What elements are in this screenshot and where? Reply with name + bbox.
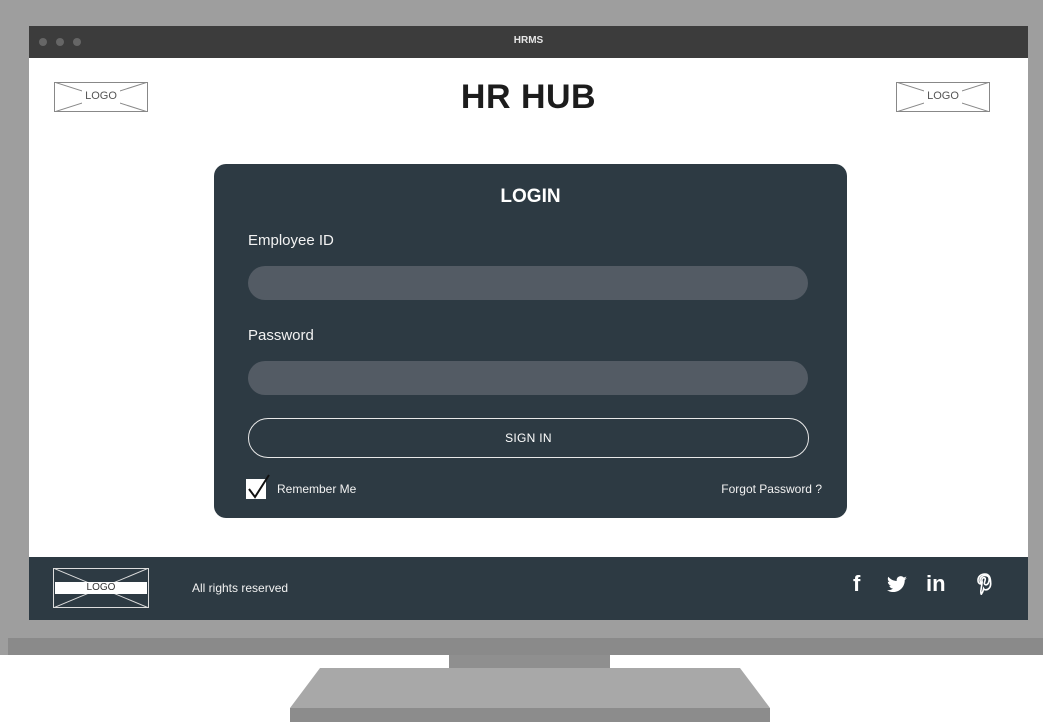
footer-logo-label: LOGO <box>86 582 116 593</box>
checkmark-icon <box>248 474 270 499</box>
footer-logo[interactable]: LOGO <box>52 567 150 609</box>
password-input[interactable] <box>248 361 808 395</box>
employee-id-label: Employee ID <box>248 232 334 249</box>
pinterest-icon[interactable] <box>976 573 994 601</box>
sign-in-button[interactable]: SIGN IN <box>248 418 809 458</box>
page-title: HR HUB <box>460 78 597 116</box>
header-logo-right[interactable]: LOGO <box>896 82 990 112</box>
copyright-text: All rights reserved <box>192 581 289 595</box>
login-card: LOGIN Employee ID Password SIGN IN Remem… <box>214 164 847 518</box>
browser-window: HRMS LOGO HR HUB LOGO LOGIN Employee ID … <box>29 26 1028 620</box>
remember-me-checkbox[interactable] <box>246 474 270 499</box>
twitter-bird-icon <box>887 576 907 593</box>
window-title: HRMS <box>513 35 544 46</box>
remember-me-label: Remember Me <box>277 482 357 496</box>
pinterest-p-icon <box>977 573 992 596</box>
monitor-stand-base <box>290 668 770 722</box>
window-titlebar: HRMS <box>29 26 1028 58</box>
forgot-password-link[interactable]: Forgot Password ? <box>721 482 822 496</box>
monitor-bezel-bottom <box>8 638 1043 655</box>
facebook-icon[interactable]: f <box>853 571 860 597</box>
login-heading: LOGIN <box>500 186 561 207</box>
password-label: Password <box>248 327 314 344</box>
footer: LOGO All rights reserved f in <box>29 557 1028 620</box>
twitter-icon[interactable] <box>886 574 908 600</box>
employee-id-input[interactable] <box>248 266 808 300</box>
remember-me: Remember Me <box>246 474 357 500</box>
linkedin-icon[interactable]: in <box>926 571 946 597</box>
logo-label: LOGO <box>927 90 959 102</box>
